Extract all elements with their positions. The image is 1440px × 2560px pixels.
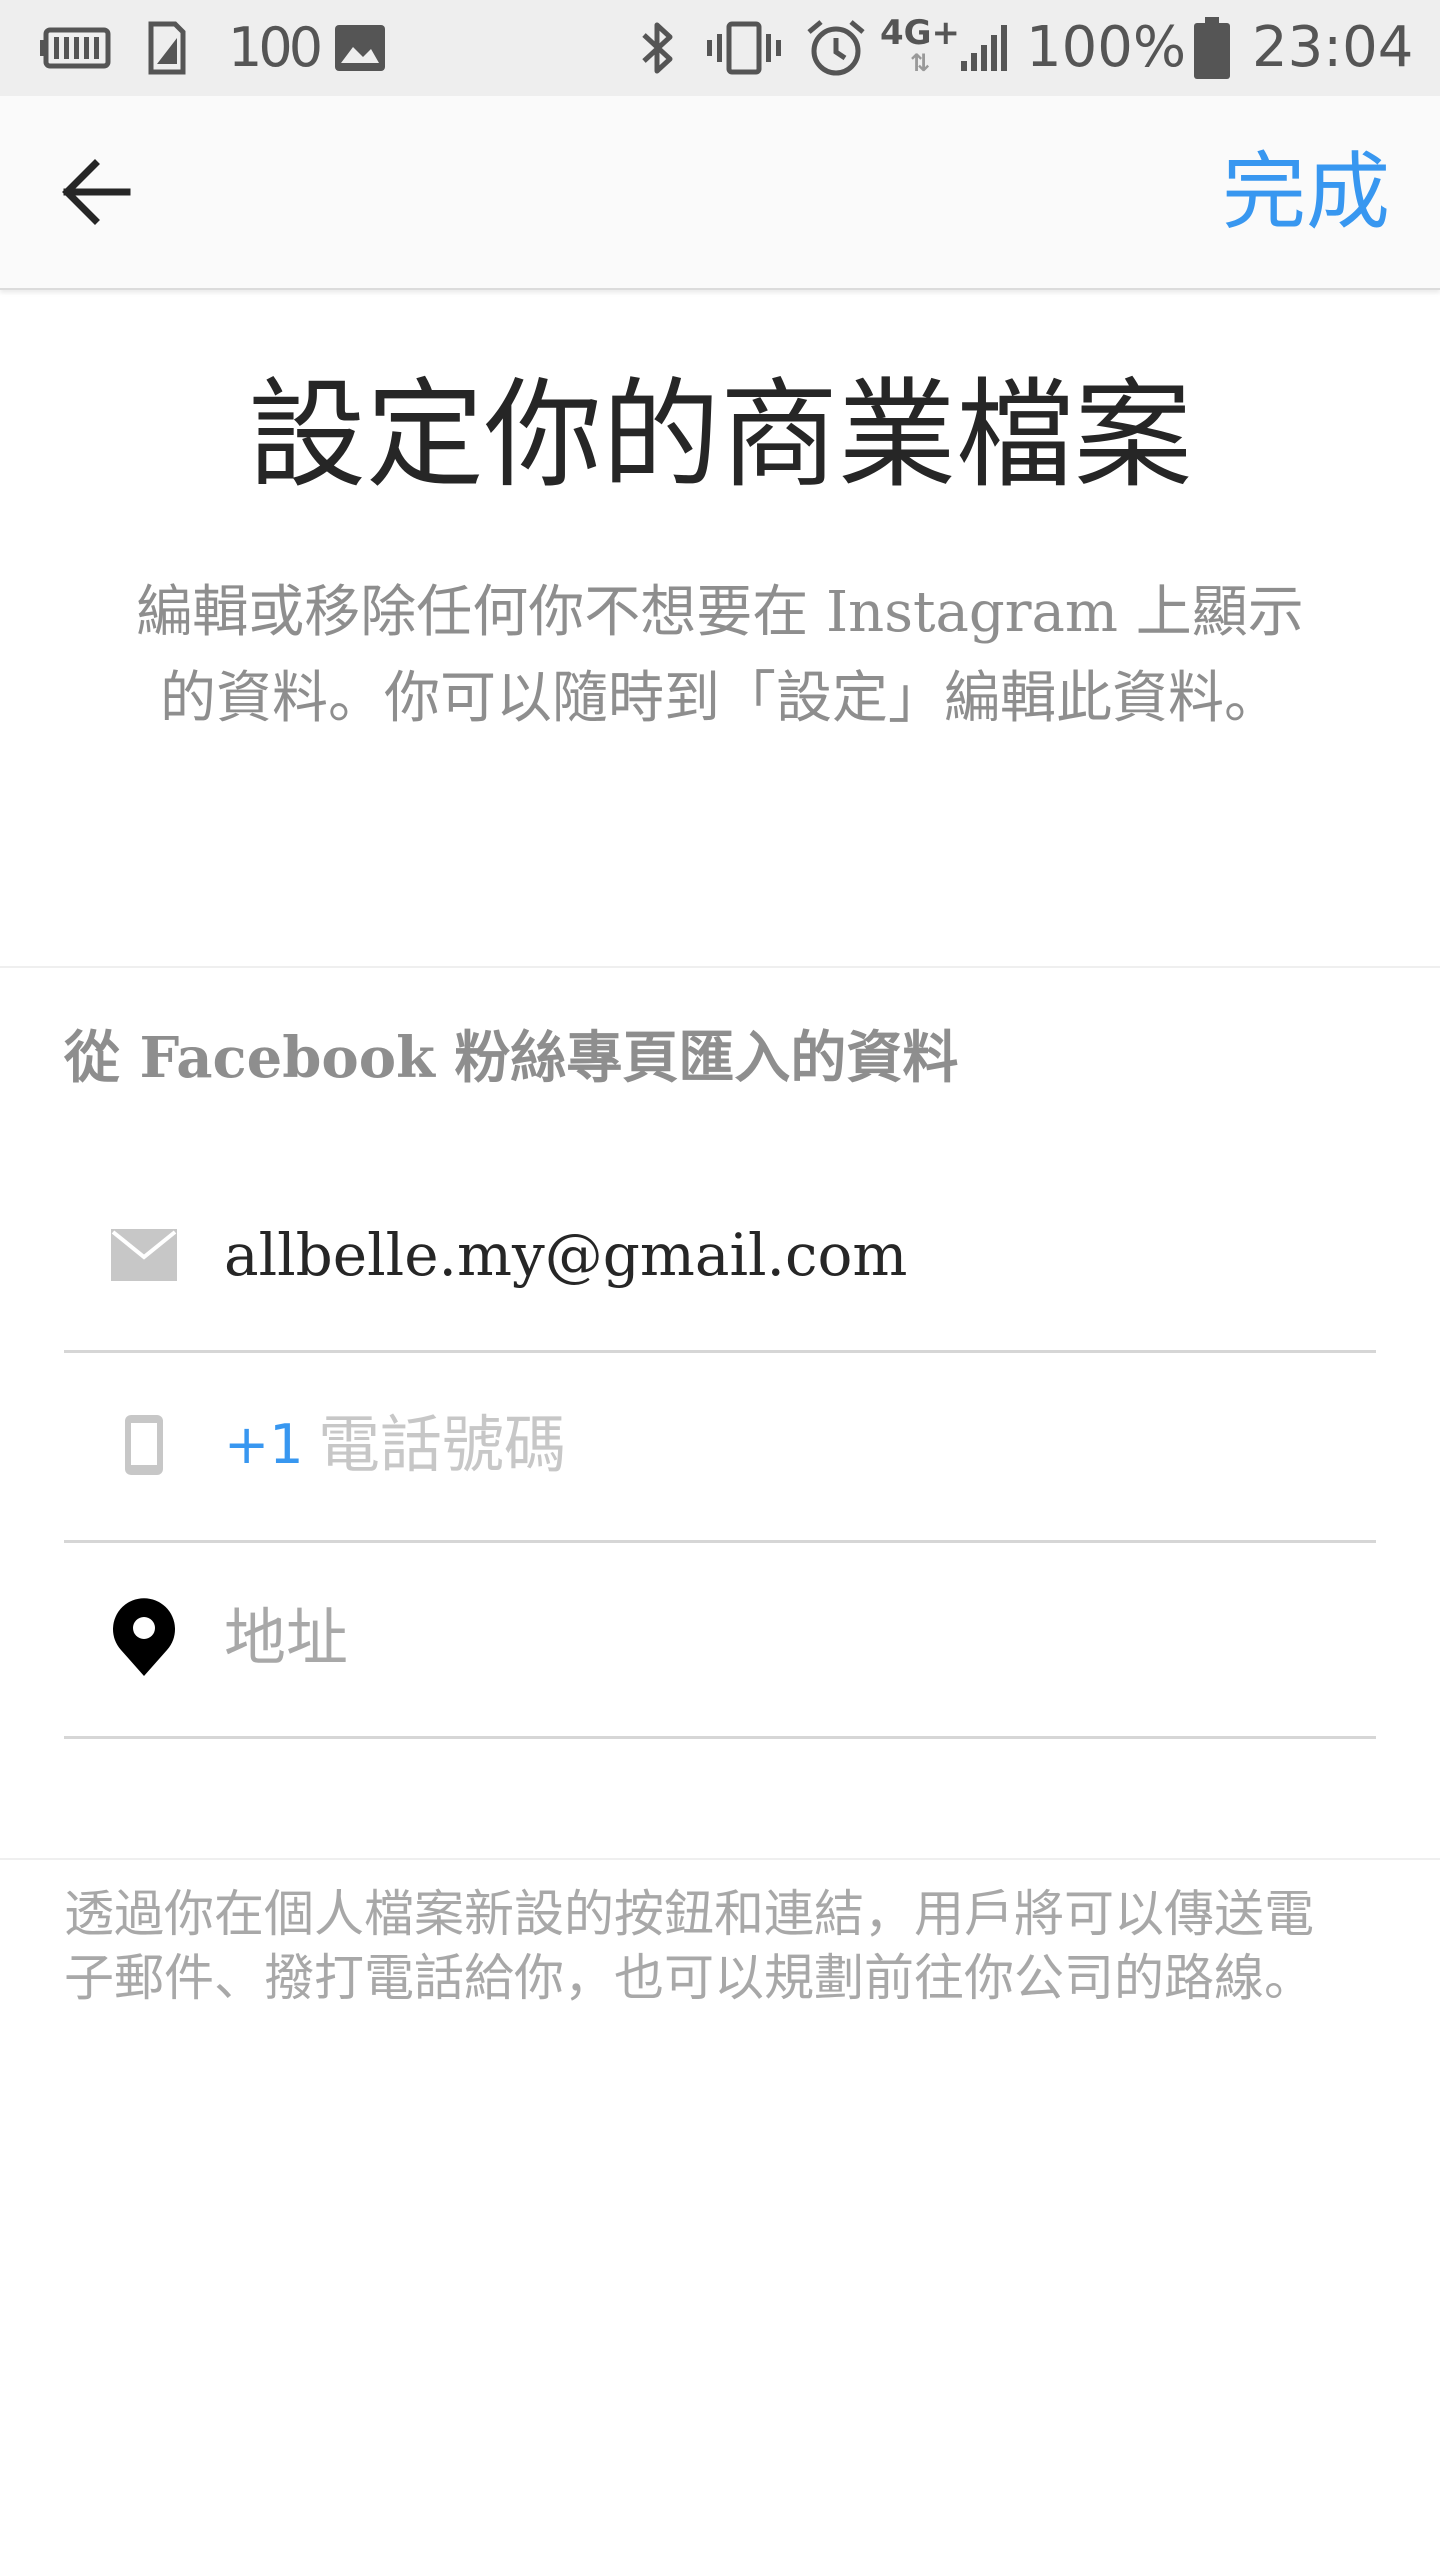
footer-divider [0, 1858, 1440, 1860]
phone-number-input[interactable]: 電話號碼 [318, 1350, 566, 1540]
address-input[interactable]: 地址 [224, 1540, 348, 1736]
mobile-phone-icon [104, 1350, 184, 1540]
done-button[interactable]: 完成 [1222, 96, 1390, 288]
page-title: 設定你的商業檔案 [247, 366, 1192, 504]
address-field-row[interactable]: 地址 [64, 1540, 1376, 1739]
battery-saver-icon [38, 0, 114, 96]
envelope-icon [104, 1160, 184, 1350]
status-bar: 100 4G+ ⇅ 100% 23:04 [0, 0, 1440, 96]
clock: 23:04 [1252, 15, 1414, 80]
email-field[interactable]: allbelle.my@gmail.com [224, 1160, 907, 1350]
toolbar: 完成 [0, 96, 1440, 290]
section-divider [0, 966, 1440, 968]
bluetooth-icon [636, 0, 680, 96]
4g-lte-icon: 4G+ ⇅ [879, 13, 961, 77]
arrow-left-icon [62, 159, 131, 225]
signal-icon [958, 0, 1012, 96]
sim-card-icon [144, 0, 190, 96]
country-code-selector[interactable]: +1 [224, 1350, 304, 1540]
battery-percent: 100% [1026, 15, 1187, 80]
page-subtitle: 編輯或移除任何你不想要在 Instagram 上顯示的資料。你可以隨時到「設定」… [136, 580, 1304, 731]
image-icon [332, 0, 388, 96]
back-button[interactable] [40, 142, 150, 242]
location-pin-icon [104, 1540, 184, 1736]
battery-icon [1192, 0, 1232, 96]
footer-note: 透過你在個人檔案新設的按鈕和連結，用戶將可以傳送電子郵件、撥打電話給你，也可以規… [64, 1885, 1314, 2007]
alarm-icon [804, 0, 868, 96]
email-field-row[interactable]: allbelle.my@gmail.com [64, 1160, 1376, 1353]
vibrate-icon [706, 0, 782, 96]
notification-100-icon: 100 [228, 16, 323, 79]
section-header: 從 Facebook 粉絲專頁匯入的資料 [64, 1025, 959, 1091]
phone-field-row[interactable]: +1 電話號碼 [64, 1350, 1376, 1543]
